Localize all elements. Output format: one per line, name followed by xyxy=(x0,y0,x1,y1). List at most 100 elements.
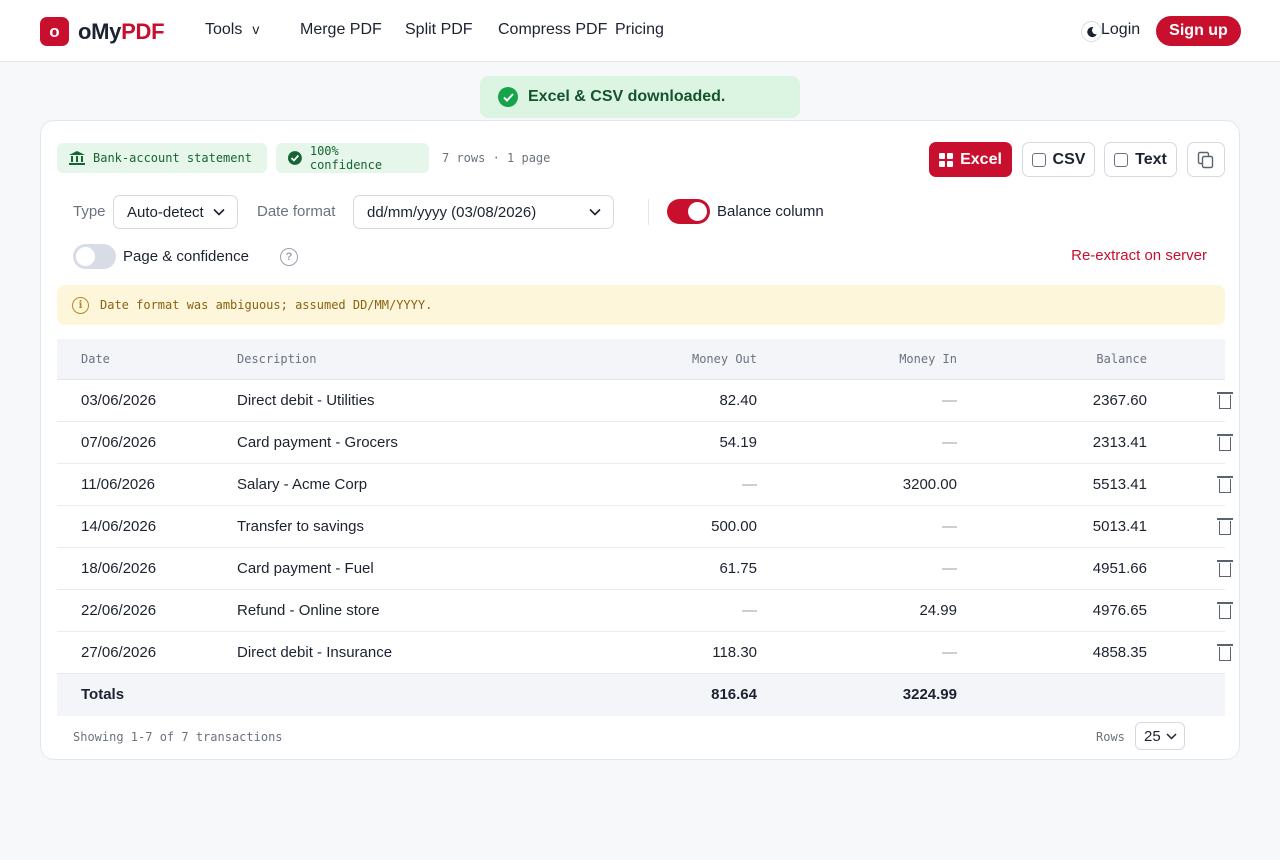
cell-money-in[interactable]: — xyxy=(942,434,957,451)
check-circle-icon xyxy=(288,151,302,165)
logo-text: oMyPDF xyxy=(78,19,165,45)
cell-balance[interactable]: 4858.35 xyxy=(1093,644,1147,661)
cell-date[interactable]: 14/06/2026 xyxy=(81,518,156,535)
cell-money-out[interactable]: 82.40 xyxy=(719,392,757,409)
logo-mark: o xyxy=(40,17,69,46)
login-link[interactable]: Login xyxy=(1101,21,1140,39)
total-money-out: 816.64 xyxy=(711,686,757,703)
warning-banner: i Date format was ambiguous; assumed DD/… xyxy=(57,285,1225,325)
balance-column-toggle[interactable] xyxy=(667,199,710,224)
cell-description[interactable]: Direct debit - Utilities xyxy=(237,392,375,409)
balance-column-label: Balance column xyxy=(717,203,824,220)
trash-icon[interactable] xyxy=(1217,434,1233,451)
date-format-select[interactable]: dd/mm/yyyy (03/08/2026) xyxy=(353,195,614,229)
help-icon[interactable]: ? xyxy=(280,248,298,266)
toast-message: Excel & CSV downloaded. xyxy=(528,88,726,105)
divider xyxy=(648,199,649,225)
nav-split-pdf[interactable]: Split PDF xyxy=(405,21,473,39)
export-csv-button[interactable]: CSV xyxy=(1022,142,1095,177)
cell-date[interactable]: 27/06/2026 xyxy=(81,644,156,661)
cell-balance[interactable]: 5513.41 xyxy=(1093,476,1147,493)
export-excel-button[interactable]: Excel xyxy=(929,142,1012,177)
top-navigation-bar: o oMyPDF Tools v Merge PDF Split PDF Comp… xyxy=(0,0,1280,62)
cell-description[interactable]: Salary - Acme Corp xyxy=(237,476,367,493)
cell-description[interactable]: Direct debit - Insurance xyxy=(237,644,392,661)
text-checkbox[interactable] xyxy=(1114,152,1129,167)
reextract-link[interactable]: Re-extract on server xyxy=(1071,247,1207,264)
cell-money-out[interactable]: — xyxy=(742,476,757,493)
export-csv-label: CSV xyxy=(1052,150,1086,168)
nav-compress-pdf[interactable]: Compress PDF xyxy=(498,21,607,39)
header-date[interactable]: Date xyxy=(81,352,110,366)
copy-button[interactable] xyxy=(1187,142,1225,177)
trash-icon[interactable] xyxy=(1217,476,1233,493)
cell-money-in[interactable]: — xyxy=(942,644,957,661)
logo[interactable]: o oMyPDF xyxy=(40,17,165,46)
cell-date[interactable]: 03/06/2026 xyxy=(81,392,156,409)
trash-lid xyxy=(1217,518,1233,520)
cell-balance[interactable]: 4951.66 xyxy=(1093,560,1147,577)
cell-balance[interactable]: 2367.60 xyxy=(1093,392,1147,409)
header-balance[interactable]: Balance xyxy=(1096,352,1147,366)
cell-date[interactable]: 11/06/2026 xyxy=(81,476,155,493)
confidence-label: 100% confidence xyxy=(309,144,383,172)
cell-description[interactable]: Transfer to savings xyxy=(237,518,364,535)
csv-checkbox[interactable] xyxy=(1031,152,1046,167)
table-row: 11/06/2026 Salary - Acme Corp — 3200.00 … xyxy=(57,464,1233,506)
cell-money-in[interactable]: — xyxy=(942,518,957,535)
type-select[interactable]: Auto-detect xyxy=(113,195,238,229)
cell-description[interactable]: Card payment - Fuel xyxy=(237,560,374,577)
trash-lid xyxy=(1217,434,1233,436)
cell-money-in[interactable]: 3200.00 xyxy=(903,476,957,493)
cell-description[interactable]: Refund - Online store xyxy=(237,602,380,619)
cell-money-out[interactable]: 61.75 xyxy=(719,560,757,577)
signup-button[interactable]: Sign up xyxy=(1156,16,1241,46)
export-text-label: Text xyxy=(1135,150,1167,168)
cell-money-out[interactable]: 54.19 xyxy=(719,434,757,451)
header-description[interactable]: Description xyxy=(237,352,316,366)
nav-tools-menu[interactable]: Tools v xyxy=(205,21,259,39)
trash-icon[interactable] xyxy=(1217,602,1233,619)
trash-lid xyxy=(1217,560,1233,562)
table-row: 22/06/2026 Refund - Online store — 24.99… xyxy=(57,590,1233,632)
info-icon: i xyxy=(72,296,89,314)
header-money-in[interactable]: Money In xyxy=(899,352,957,366)
rows-per-page-select[interactable]: 25 xyxy=(1135,722,1185,750)
document-type-badge: Bank-account statement xyxy=(57,143,267,173)
type-label: Type xyxy=(73,203,106,220)
cell-description[interactable]: Card payment - Grocers xyxy=(237,434,398,451)
cell-money-out[interactable]: 500.00 xyxy=(711,518,757,535)
cell-money-in[interactable]: 24.99 xyxy=(919,602,957,619)
cell-balance[interactable]: 5013.41 xyxy=(1093,518,1147,535)
cell-date[interactable]: 22/06/2026 xyxy=(81,602,156,619)
trash-icon[interactable] xyxy=(1217,392,1233,409)
pagination-summary: Showing 1-7 of 7 transactions xyxy=(73,730,283,744)
cell-money-out[interactable]: 118.30 xyxy=(712,644,757,661)
cell-date[interactable]: 18/06/2026 xyxy=(81,560,156,577)
trash-icon[interactable] xyxy=(1217,644,1233,661)
trash-icon[interactable] xyxy=(1217,518,1233,535)
cell-money-in[interactable]: — xyxy=(942,560,957,577)
totals-row: Totals 816.64 3224.99 xyxy=(57,674,1225,716)
cell-money-in[interactable]: — xyxy=(942,392,957,409)
page-confidence-label: Page & confidence xyxy=(123,248,249,265)
transactions-table: Date Description Money Out Money In Bala… xyxy=(57,339,1233,716)
table-row: 07/06/2026 Card payment - Grocers 54.19 … xyxy=(57,422,1233,464)
nav-pricing[interactable]: Pricing xyxy=(615,21,664,39)
trash-icon[interactable] xyxy=(1217,560,1233,577)
moon-icon[interactable] xyxy=(1081,21,1102,42)
nav-merge-pdf[interactable]: Merge PDF xyxy=(300,21,382,39)
cell-money-out[interactable]: — xyxy=(742,602,757,619)
row-page-count: 7 rows · 1 page xyxy=(442,151,551,165)
trash-lid xyxy=(1217,476,1233,478)
date-format-label: Date format xyxy=(257,203,336,220)
cell-balance[interactable]: 2313.41 xyxy=(1093,434,1147,451)
cell-balance[interactable]: 4976.65 xyxy=(1093,602,1147,619)
export-text-button[interactable]: Text xyxy=(1104,142,1177,177)
check-circle-icon xyxy=(498,87,518,107)
header-money-out[interactable]: Money Out xyxy=(692,352,757,366)
trash-lid xyxy=(1217,392,1233,394)
grid-icon xyxy=(939,152,954,167)
cell-date[interactable]: 07/06/2026 xyxy=(81,434,156,451)
page-confidence-toggle[interactable] xyxy=(73,244,116,269)
